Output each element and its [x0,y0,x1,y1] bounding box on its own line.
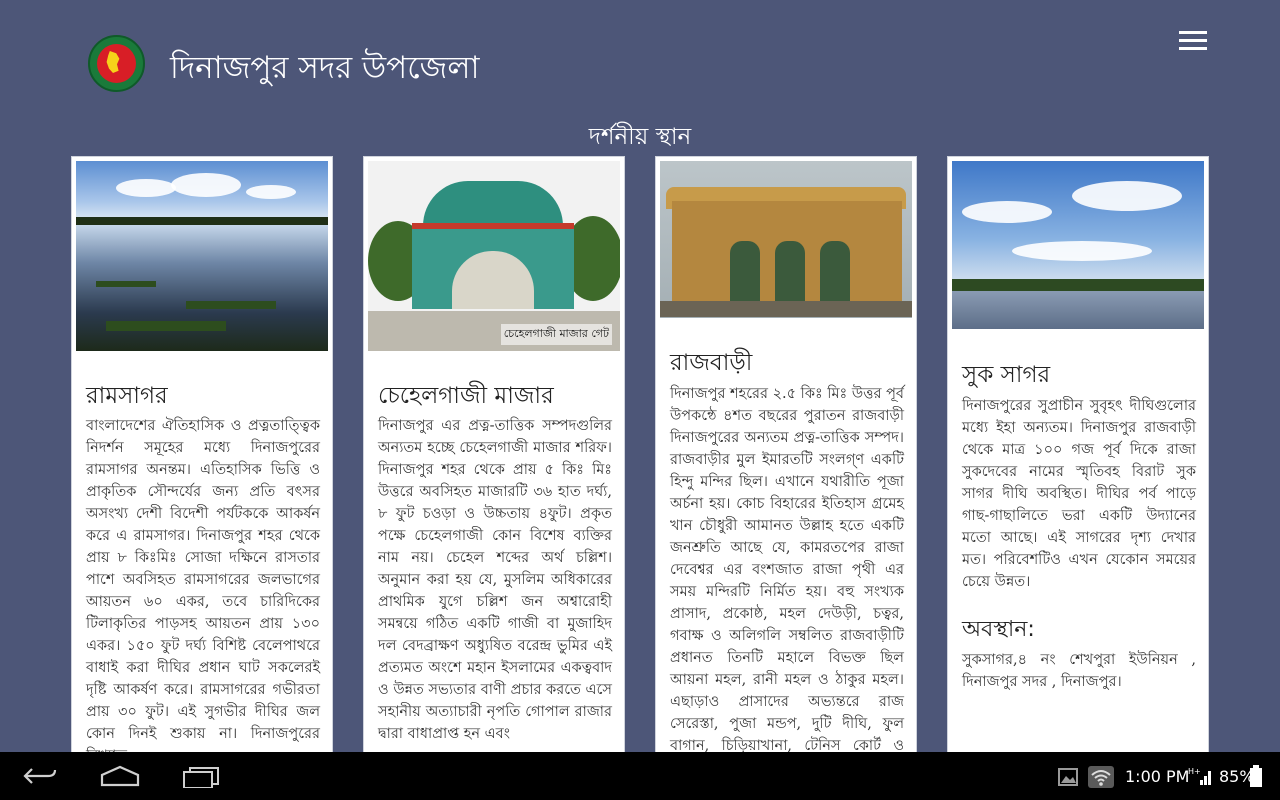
system-navigation-bar: H+ [0,752,1280,800]
section-title: দর্শনীয় স্থান [588,124,692,150]
card-title: চেহেলগাজী মাজার [378,383,554,409]
signal-strength-icon: H+ [1188,767,1211,785]
card-title: সুক সাগর [962,362,1051,388]
recent-apps-icon[interactable] [182,766,220,788]
gallery-notification-icon [1058,768,1078,786]
signal-type-label: H+ [1188,767,1201,776]
app-title: দিনাজপুর সদর উপজেলা [170,50,480,86]
place-card-ramsagar[interactable]: রামসাগর বাংলাদেশের ঐতিহাসিক ও প্রত্নতাত্… [71,156,333,796]
place-card-suksagar[interactable]: সুক সাগর দিনাজপুরের সুপ্রাচীন সুবৃহৎ দীঘ… [947,156,1209,796]
rajbari-photo [660,161,912,318]
card-title: রামসাগর [86,383,168,409]
home-icon[interactable] [100,765,140,787]
status-time: 1:00 PM [1125,767,1190,786]
location-text: সুকসাগর,৪ নং শেখপুরা ইউনিয়ন , দিনাজপুর … [962,652,1196,690]
battery-percent: 85% [1219,767,1255,786]
wifi-icon [1088,766,1114,788]
suksagar-photo [952,161,1204,329]
card-body: বাংলাদেশের ঐতিহাসিক ও প্রত্নতাত্ত্বিক নি… [86,418,320,764]
place-card-rajbari[interactable]: রাজবাড়ী দিনাজপুর শহরের ২.৫ কিঃ মিঃ উত্ত… [655,156,917,796]
place-card-chehelgazi[interactable]: চেহেলগাজী মাজার গেট চেহেলগাজী মাজার দিনা… [363,156,625,796]
ramsagar-photo [76,161,328,351]
back-icon[interactable] [22,765,58,787]
chehelgazi-photo: চেহেলগাজী মাজার গেট [368,161,620,351]
photo-caption: চেহেলগাজী মাজার গেট [500,324,612,345]
bangladesh-govt-logo [88,35,145,92]
card-body: দিনাজপুর এর প্রত্ন-তাত্তিক সম্পদগুলির অন… [378,418,612,742]
card-body: দিনাজপুর শহরের ২.৫ কিঃ মিঃ উত্তর পূর্ব উ… [670,386,904,776]
card-body: দিনাজপুরের সুপ্রাচীন সুবৃহৎ দীঘিগুলোর মধ… [962,398,1196,590]
card-title: রাজবাড়ী [670,350,753,376]
hamburger-menu-icon[interactable] [1176,28,1210,54]
location-heading: অবস্থান: [962,617,1035,642]
